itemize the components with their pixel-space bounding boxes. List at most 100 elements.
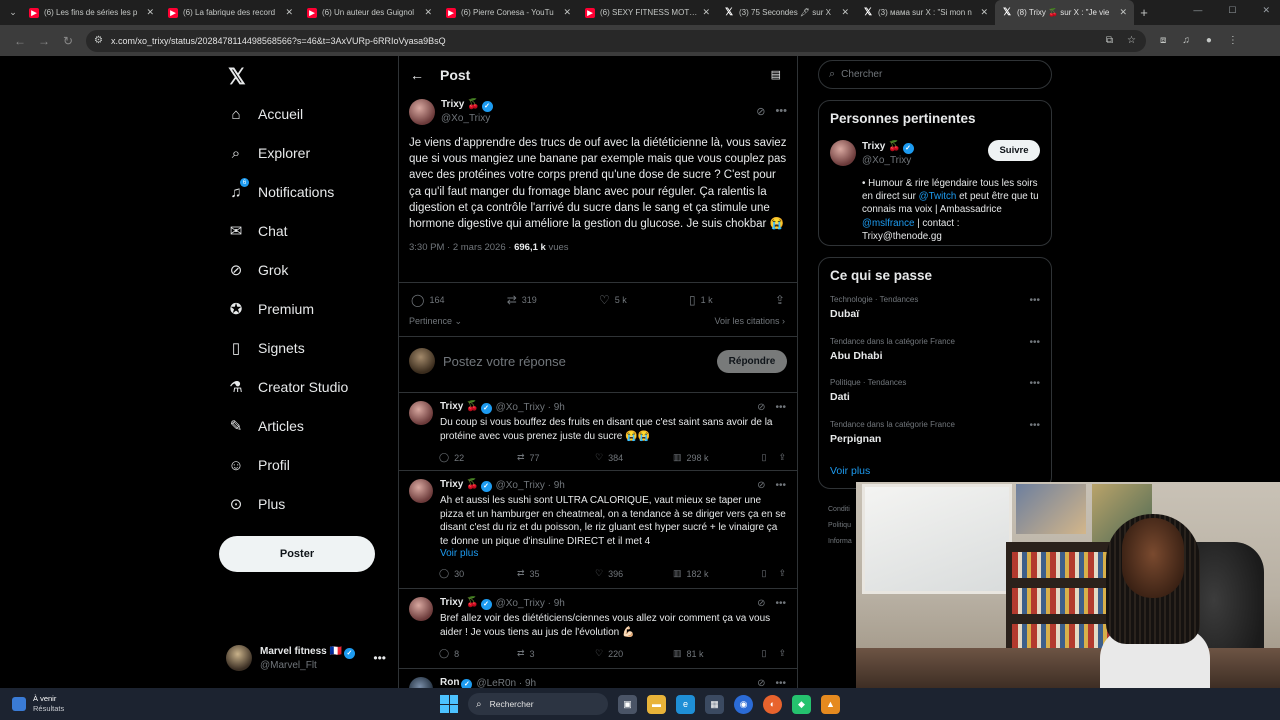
close-tab-icon[interactable]: ✕ [702,7,710,18]
close-tab-icon[interactable]: ✕ [285,7,293,18]
browser-tab[interactable]: ▶ (6) Les fins de séries les p ✕ [22,0,161,25]
more-dots-icon[interactable]: ••• [775,598,786,609]
trend-item[interactable]: Politique · Tendances Dati ••• [830,378,1040,420]
share-icon[interactable]: ⇪ [778,568,786,579]
close-window-icon[interactable]: ✕ [1262,5,1270,16]
close-tab-icon[interactable]: ✕ [980,7,988,18]
more-dots-icon[interactable]: ••• [775,480,786,491]
trend-item[interactable]: Tendance dans la catégorie France Abu Dha… [830,337,1040,379]
reply-post[interactable]: Trixy 🍒 ✓ @Xo_Trixy · 9h ⊘ ••• Bref allez … [409,597,787,659]
repost-action[interactable]: ⇄ 35 [517,568,595,579]
close-tab-icon[interactable]: ✕ [563,7,571,18]
reply-handle[interactable]: @Xo_Trixy · 9h [496,402,565,413]
firefox-icon[interactable]: ◐ [763,694,782,714]
trend-item[interactable]: Tendance dans la catégorie France Perpign… [830,420,1040,462]
profile-icon[interactable]: ● [1206,35,1212,46]
see-more-link[interactable]: Voir plus [440,548,786,559]
views-action[interactable]: ▥ 298 k [673,452,751,463]
close-tab-icon[interactable]: ✕ [841,7,849,18]
grok-icon[interactable]: ⊘ [757,678,765,688]
share-icon[interactable]: ⇪ [778,452,786,463]
bookmark-action[interactable]: ▯ 1 k [689,293,713,307]
new-tab-button[interactable]: + [1134,5,1154,20]
share-action[interactable]: ⇪ [775,293,785,307]
back-arrow-icon[interactable]: ← [8,34,32,48]
reply-author[interactable]: Trixy 🍒 ✓ [440,597,492,610]
avatar[interactable] [409,98,435,125]
browser-tab[interactable]: ▶ (6) Un auteur des Guignol ✕ [300,0,439,25]
footer-link[interactable]: Conditi [828,502,852,518]
chrome-icon[interactable]: ◉ [734,694,753,714]
post-author[interactable]: Trixy 🍒 ✓ [441,98,493,112]
post-handle[interactable]: @Xo_Trixy [441,112,493,125]
like-action[interactable]: ♡ 220 [595,648,673,659]
person-handle[interactable]: @Xo_Trixy [862,154,914,167]
reply-post[interactable]: Trixy 🍒 ✓ @Xo_Trixy · 9h ⊘ ••• Ah et aussi… [409,479,787,579]
avatar[interactable] [830,140,856,166]
browser-tab[interactable]: 𝕏 (8) Trixy 🍒 sur X : "Je vie ✕ [995,0,1134,25]
sidebar-item-profil[interactable]: ☺ Profil [226,450,290,480]
reply-action[interactable]: ◯ 22 [439,452,517,463]
share-icon[interactable]: ⇪ [778,648,786,659]
avatar[interactable] [409,401,433,425]
reply-author[interactable]: Trixy 🍒 ✓ [440,401,492,414]
view-citations-link[interactable]: Voir les citations › [714,316,785,327]
post-button[interactable]: Poster [219,536,375,572]
footer-link[interactable]: Politiqu [828,518,852,534]
sidebar-item-grok[interactable]: ⊘ Grok [226,255,289,285]
close-tab-icon[interactable]: ✕ [1119,7,1127,18]
bookmark-icon[interactable]: ▯ [762,452,767,463]
grok-icon[interactable]: ⊘ [757,402,765,413]
edge-icon[interactable]: e [676,694,695,714]
post-time[interactable]: 3:30 PM · 2 mars 2026 [409,242,506,253]
install-app-icon[interactable]: ⧉ [1106,35,1113,46]
taskbar-search[interactable]: ⌕ Rechercher [468,693,608,715]
reply-author[interactable]: Ron ✓ [440,677,473,688]
grok-icon[interactable]: ⊘ [757,480,765,491]
reply-post[interactable]: Trixy 🍒 ✓ @Xo_Trixy · 9h ⊘ ••• Du coup si … [409,401,787,463]
sidebar-item-explorer[interactable]: ⌕ Explorer [226,138,310,168]
twitch-link[interactable]: @Twitch [919,191,957,202]
browser-tab[interactable]: ▶ (6) Pierre Conesa - YouTu ✕ [439,0,578,25]
more-dots-icon[interactable]: ••• [775,678,786,688]
more-dots-icon[interactable]: ••• [1029,295,1040,306]
show-more-link[interactable]: Voir plus [830,465,1040,477]
views-action[interactable]: ▥ 182 k [673,568,751,579]
more-dots-icon[interactable]: ••• [1029,420,1040,431]
bookmark-icon[interactable]: ▯ [762,648,767,659]
more-dots-icon[interactable]: ••• [373,651,386,665]
more-dots-icon[interactable]: ••• [1029,337,1040,348]
reply-handle[interactable]: @Xo_Trixy · 9h [496,598,565,609]
forward-arrow-icon[interactable]: → [32,34,56,48]
sidebar-item-creator-studio[interactable]: ⚗ Creator Studio [226,372,348,402]
like-action[interactable]: ♡ 384 [595,452,673,463]
like-action[interactable]: ♡ 5 k [599,293,627,307]
sidebar-item-signets[interactable]: ▯ Signets [226,333,305,363]
start-button[interactable] [440,695,458,713]
reply-action[interactable]: ◯ 30 [439,568,517,579]
sidebar-item-chat[interactable]: ✉ Chat [226,216,288,246]
avatar[interactable] [409,597,433,621]
store-icon[interactable]: ▦ [705,694,724,714]
maximize-icon[interactable]: ☐ [1228,5,1236,16]
browser-tab[interactable]: 𝕏 (3) 75 Secondes 🖋 sur X ✕ [717,0,856,25]
repost-action[interactable]: ⇄ 3 [517,648,595,659]
back-arrow-icon[interactable]: ← [400,67,434,83]
reply-action[interactable]: ◯ 8 [439,648,517,659]
extensions-icon[interactable]: ⧈ [1160,35,1166,46]
trend-item[interactable]: Technologie · Tendances Dubaï ••• [830,295,1040,337]
reload-icon[interactable]: ↻ [56,34,80,48]
close-tab-icon[interactable]: ✕ [146,7,154,18]
like-action[interactable]: ♡ 396 [595,568,673,579]
relevance-dropdown[interactable]: Pertinence ⌄ [409,316,462,327]
site-info-icon[interactable]: ⚙ [94,35,103,46]
tab-search-chevron-icon[interactable]: ⌄ [4,4,22,22]
repost-action[interactable]: ⇄ 319 [507,293,537,307]
minimize-icon[interactable]: — [1193,5,1202,16]
browser-tab[interactable]: 𝕏 (3) мама sur X : "Si mon n ✕ [856,0,995,25]
reply-author[interactable]: Trixy 🍒 ✓ [440,479,492,492]
x-logo-icon[interactable]: 𝕏 [228,64,246,90]
weather-widget[interactable]: À venir Résultats [12,694,64,714]
reply-action[interactable]: ◯ 164 [411,293,444,307]
bookmark-star-icon[interactable]: ☆ [1127,35,1136,46]
